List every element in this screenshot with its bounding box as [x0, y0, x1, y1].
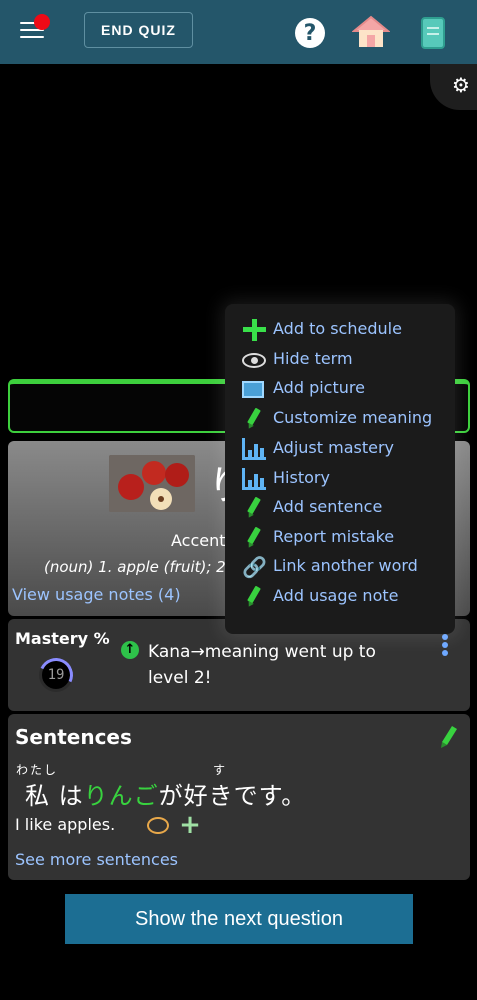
bar-chart-icon [242, 468, 266, 490]
accent-label: Accent: [171, 531, 231, 550]
mastery-value: 19 [47, 667, 65, 683]
link-icon: 🔗 [242, 555, 267, 579]
sentences-title: Sentences [15, 725, 132, 749]
mastery-message: Kana→meaning went up to level 2! [148, 642, 376, 688]
gear-icon[interactable]: ⚙ [450, 74, 472, 96]
speech-bubble-icon[interactable] [147, 817, 169, 834]
usage-notes-link[interactable]: View usage notes (4) [12, 585, 181, 604]
see-more-sentences-link[interactable]: See more sentences [15, 850, 178, 869]
sentences-panel: Sentences わたし す 私 はりんごが好きです。 I like appl… [8, 714, 470, 880]
mastery-ring: 19 [34, 653, 78, 697]
notification-dot [34, 14, 50, 30]
top-bar: END QUIZ ? [0, 0, 477, 64]
meaning-text: (noun) 1. apple (fruit); 2 [44, 558, 226, 576]
end-quiz-button[interactable]: END QUIZ [84, 12, 193, 48]
menu-item-adjust-mastery[interactable]: Adjust mastery [225, 434, 455, 463]
japanese-sentence: 私 はりんごが好きです。 [25, 782, 307, 810]
menu-item-history[interactable]: History [225, 464, 455, 493]
help-icon[interactable]: ? [295, 18, 325, 48]
pencil-icon [242, 586, 266, 608]
pencil-icon [242, 408, 266, 430]
menu-item-customize-meaning[interactable]: Customize meaning [225, 404, 455, 433]
menu-item-add-sentence[interactable]: Add sentence [225, 493, 455, 522]
mastery-title: Mastery % [15, 629, 110, 648]
highlighted-term: りんご [83, 782, 159, 810]
home-icon[interactable] [352, 15, 390, 49]
next-question-button[interactable]: Show the next question [65, 894, 413, 944]
pencil-icon [242, 497, 266, 519]
menu-item-add-picture[interactable]: Add picture [225, 374, 455, 403]
edit-pencil-icon[interactable] [441, 726, 457, 748]
eye-icon [242, 353, 266, 368]
bar-chart-icon [242, 438, 266, 460]
add-icon[interactable]: + [178, 812, 202, 838]
more-options-icon[interactable] [442, 634, 450, 658]
english-sentence: I like apples. [15, 815, 116, 834]
context-menu: Add to schedule Hide term Add picture Cu… [225, 304, 455, 634]
menu-item-hide-term[interactable]: Hide term [225, 345, 455, 374]
notebook-icon[interactable] [421, 17, 445, 49]
apple-picture [109, 455, 195, 512]
menu-item-add-to-schedule[interactable]: Add to schedule [225, 315, 455, 344]
arrow-up-icon: ↑ [121, 641, 139, 659]
pencil-icon [242, 527, 266, 549]
menu-item-add-usage-note[interactable]: Add usage note [225, 582, 455, 611]
picture-icon [242, 381, 264, 398]
menu-item-report-mistake[interactable]: Report mistake [225, 523, 455, 552]
menu-item-link-another-word[interactable]: 🔗 Link another word [225, 552, 455, 581]
plus-icon [242, 319, 266, 341]
